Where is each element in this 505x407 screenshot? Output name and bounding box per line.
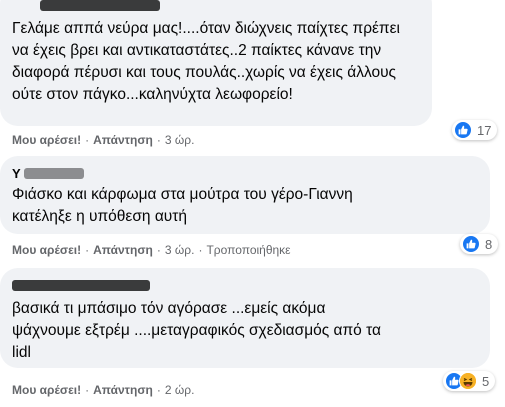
like-icon: [462, 235, 480, 253]
separator-dot: ·: [85, 383, 90, 397]
comment-time[interactable]: 3 ώρ.: [165, 133, 195, 147]
author-name-redacted[interactable]: [40, 0, 160, 11]
edited-label[interactable]: Τροποποιήθηκε: [206, 243, 290, 257]
separator-dot: ·: [156, 243, 161, 257]
comment-actions: Μου αρέσει! · Απάντηση · 3 ώρ.: [12, 133, 194, 147]
reactions-summary[interactable]: 8: [460, 234, 499, 254]
author-name-redacted[interactable]: [24, 168, 84, 179]
comment-bubble: Γελάμε αππά νεύρα μας!....όταν διώχνεις …: [0, 0, 432, 126]
separator-dot: ·: [198, 243, 203, 257]
haha-icon: [459, 372, 477, 390]
comment-actions: Μου αρέσει! · Απάντηση · 3 ώρ. · Τροποποιήθηκε: [12, 243, 291, 257]
comment-text: βασικά τι μπάσιμο τόν αγόρασε ...εμείς α…: [12, 300, 381, 361]
separator-dot: ·: [156, 383, 161, 397]
comment-bubble: Y Φιάσκο και κάρφωμα στα μούτρα του γέρο…: [0, 156, 490, 234]
reply-link[interactable]: Απάντηση: [93, 133, 153, 147]
separator-dot: ·: [156, 133, 161, 147]
comment-actions: Μου αρέσει! · Απάντηση · 2 ώρ.: [12, 383, 194, 397]
like-link[interactable]: Μου αρέσει!: [12, 383, 81, 397]
like-link[interactable]: Μου αρέσει!: [12, 243, 81, 257]
comment-time[interactable]: 2 ώρ.: [165, 383, 195, 397]
reaction-count: 5: [482, 373, 490, 389]
comment-bubble: βασικά τι μπάσιμο τόν αγόρασε ...εμείς α…: [0, 268, 490, 368]
separator-dot: ·: [85, 243, 90, 257]
comment-time[interactable]: 3 ώρ.: [165, 243, 195, 257]
reaction-count: 8: [485, 236, 493, 252]
author-name-redacted[interactable]: [12, 280, 150, 291]
comment-text: Φιάσκο και κάρφωμα στα μούτρα του γέρο-Γ…: [12, 186, 353, 225]
comment-text: Γελάμε αππά νεύρα μας!....όταν διώχνεις …: [12, 20, 400, 103]
like-icon: [454, 121, 472, 139]
reactions-summary[interactable]: 5: [443, 371, 496, 391]
reply-link[interactable]: Απάντηση: [93, 383, 153, 397]
separator-dot: ·: [85, 133, 90, 147]
like-link[interactable]: Μου αρέσει!: [12, 133, 81, 147]
reactions-summary[interactable]: 17: [452, 120, 498, 140]
author-name[interactable]: Y: [12, 166, 21, 181]
reply-link[interactable]: Απάντηση: [93, 243, 153, 257]
reaction-count: 17: [477, 122, 492, 138]
